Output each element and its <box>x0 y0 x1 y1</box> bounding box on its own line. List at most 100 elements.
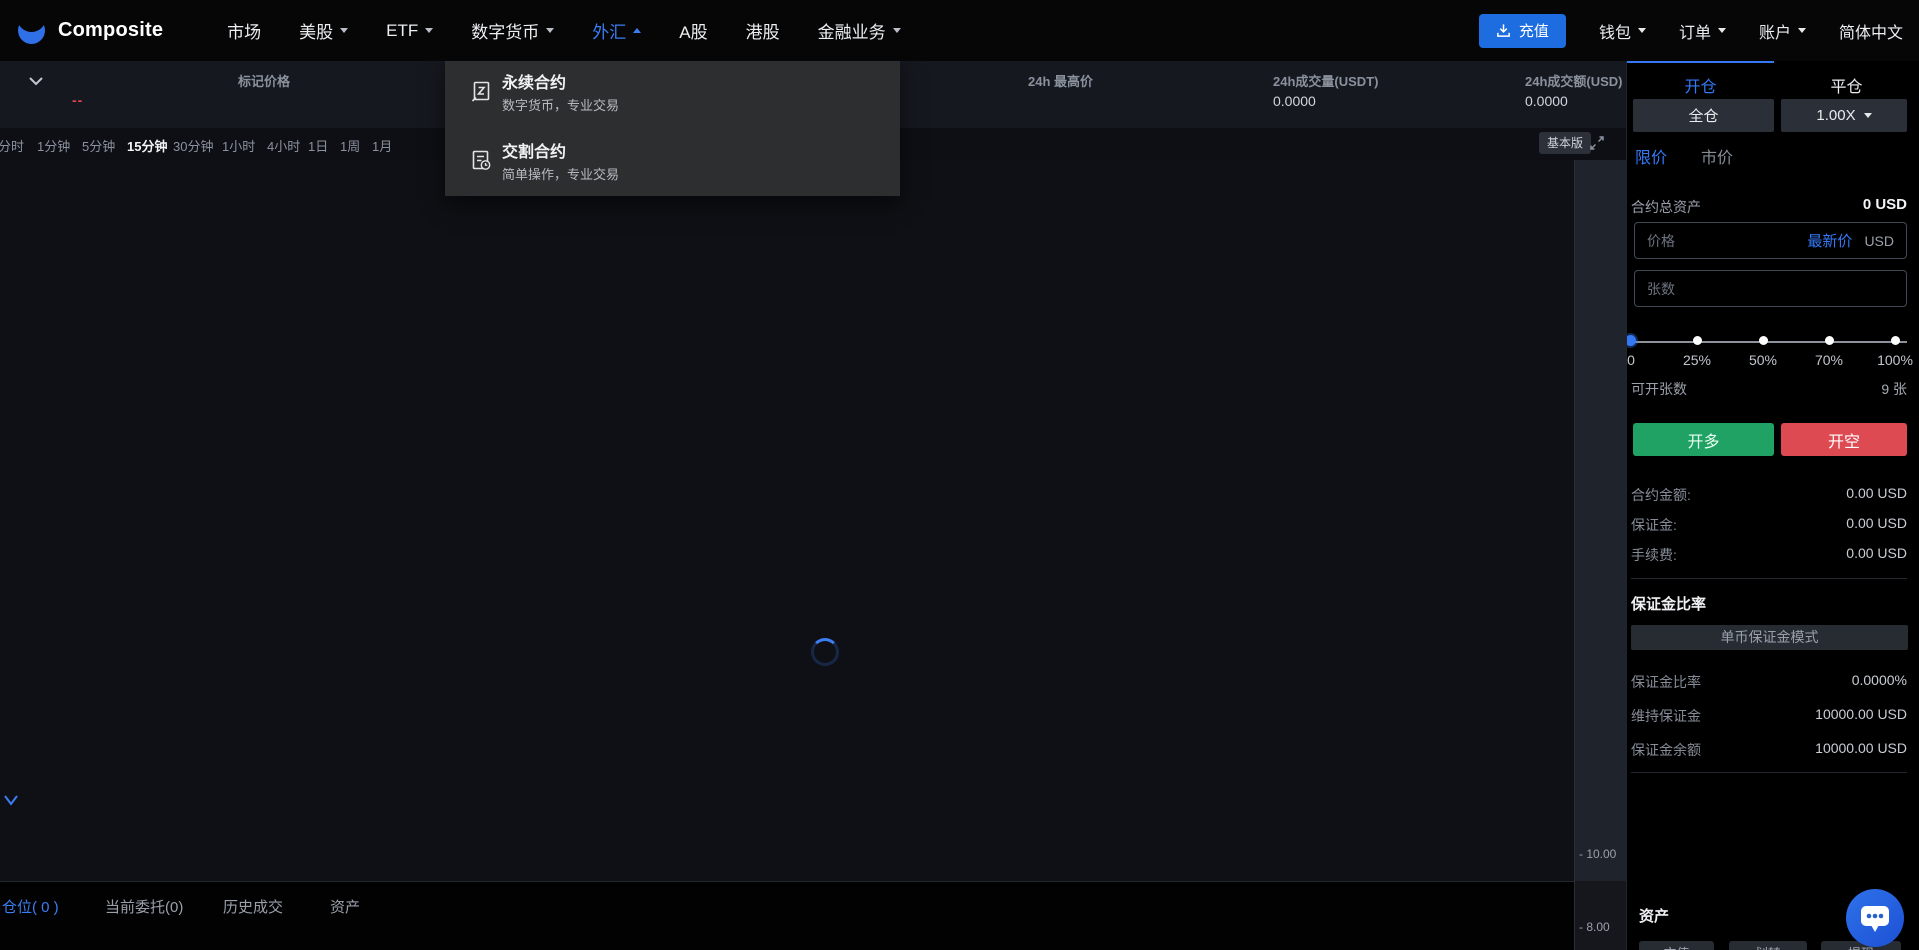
nav-item-crypto[interactable]: 数字货币 <box>471 18 555 43</box>
brand-name: Composite <box>58 19 164 41</box>
chat-bubble-icon <box>1861 905 1889 932</box>
tab-open-position[interactable]: 开仓 <box>1627 73 1774 97</box>
price-input[interactable]: 价格 最新价 USD <box>1634 222 1907 259</box>
open-long-button[interactable]: 开多 <box>1633 423 1774 456</box>
brand-logo[interactable]: Composite <box>17 3 164 44</box>
assets-section-title: 资产 <box>1639 908 1670 925</box>
price-unit: USD <box>1864 232 1894 249</box>
chevron-down-icon <box>1863 113 1872 118</box>
quantity-slider-track[interactable] <box>1631 341 1907 343</box>
mark-price-label: 标记价格 <box>238 74 291 89</box>
bottom-panel: 仓位( 0 ) 当前委托(0) 历史成交 资产 <box>0 881 1574 950</box>
total-assets-label: 合约总资产 <box>1631 199 1701 215</box>
nav-item-orders[interactable]: 订单 <box>1679 19 1726 43</box>
tab-assets[interactable]: 资产 <box>330 896 360 917</box>
margin-value: 0.00 USD <box>1846 515 1907 531</box>
tab-close-position[interactable]: 平仓 <box>1773 73 1919 97</box>
margin-mode-selector[interactable]: 全仓 <box>1633 99 1774 132</box>
interval-time[interactable]: 分时 <box>0 136 24 155</box>
nav-item-wallet[interactable]: 钱包 <box>1599 19 1646 43</box>
margin-ratio-section-title: 保证金比率 <box>1631 596 1707 613</box>
nav-item-etf[interactable]: ETF <box>386 21 434 41</box>
interval-1h[interactable]: 1小时 <box>222 136 255 155</box>
menu-item-perpetual-contract[interactable]: 永续合约 数字货币，专业交易 <box>445 58 900 127</box>
slider-dot-100[interactable] <box>1891 336 1900 345</box>
nav-item-a-shares[interactable]: A股 <box>679 18 707 43</box>
menu-item-title: 交割合约 <box>502 144 567 161</box>
nav-item-account[interactable]: 账户 <box>1759 19 1806 43</box>
forex-dropdown-menu: 永续合约 数字货币，专业交易 交割合约 简单操作，专业交易 <box>445 58 900 196</box>
nav-item-forex[interactable]: 外汇 <box>592 18 642 43</box>
menu-item-delivery-contract[interactable]: 交割合约 简单操作，专业交易 <box>445 127 900 196</box>
slider-handle[interactable] <box>1627 335 1636 346</box>
price-tick: - 10.00 <box>1579 847 1617 861</box>
download-icon <box>1497 24 1510 37</box>
tab-trade-history[interactable]: 历史成交 <box>223 896 283 917</box>
main-menu: 市场 美股 ETF 数字货币 外汇 A股 港股 金融业务 <box>227 18 901 43</box>
latest-price-button[interactable]: 最新价 <box>1807 230 1852 251</box>
chevron-down-icon <box>892 28 901 33</box>
slider-label-70: 70% <box>1814 352 1844 368</box>
price-tick: - 8.00 <box>1579 920 1610 934</box>
chart-area[interactable] <box>0 160 1574 881</box>
asset-transfer-button[interactable]: 划转 <box>1729 941 1807 950</box>
volume-24h-value: 0.0000 <box>1273 93 1316 109</box>
tab-market-order[interactable]: 市价 <box>1701 144 1733 168</box>
quantity-input[interactable]: 张数 <box>1634 270 1907 307</box>
openable-contracts-value: 9 张 <box>1881 381 1907 397</box>
tab-limit-order[interactable]: 限价 <box>1635 144 1667 168</box>
margin-ratio-value: 0.0000% <box>1851 672 1907 688</box>
menu-item-title: 永续合约 <box>502 75 567 92</box>
maintenance-margin-value: 10000.00 USD <box>1815 706 1907 722</box>
slider-label-100: 100% <box>1877 352 1913 368</box>
tab-positions[interactable]: 仓位( 0 ) <box>2 896 59 917</box>
total-assets-value: 0 USD <box>1862 196 1907 213</box>
slider-dot-70[interactable] <box>1825 336 1834 345</box>
single-coin-margin-mode-button[interactable]: 单币保证金模式 <box>1631 625 1908 650</box>
slider-label-0: 0 <box>1627 352 1635 368</box>
fullscreen-expand-icon[interactable] <box>1589 135 1605 151</box>
slider-label-50: 50% <box>1748 352 1778 368</box>
interval-15m[interactable]: 15分钟 <box>127 136 167 155</box>
menu-item-description: 简单操作，专业交易 <box>502 167 620 182</box>
interval-5m[interactable]: 5分钟 <box>82 136 115 155</box>
crescent-logo-icon <box>17 3 46 44</box>
slider-dot-25[interactable] <box>1693 336 1702 345</box>
price-axis-lower <box>1575 881 1627 950</box>
language-selector[interactable]: 简体中文 <box>1839 19 1903 43</box>
leverage-selector[interactable]: 1.00X <box>1781 99 1907 132</box>
chevron-down-icon <box>1797 28 1806 33</box>
nav-item-financial-services[interactable]: 金融业务 <box>818 18 901 43</box>
price-axis[interactable]: - 10.00 - 8.00 <box>1574 160 1627 950</box>
price-placeholder: 价格 <box>1647 232 1675 249</box>
asset-deposit-button[interactable]: 充值 <box>1639 941 1714 950</box>
nav-item-market[interactable]: 市场 <box>227 18 261 43</box>
interval-1w[interactable]: 1周 <box>340 136 360 155</box>
chat-support-button[interactable] <box>1846 889 1904 947</box>
openable-contracts-label: 可开张数 <box>1631 381 1687 397</box>
contract-amount-label: 合约金额: <box>1631 487 1691 503</box>
chevron-down-icon <box>546 28 555 33</box>
symbol-selector-chevron-icon[interactable] <box>28 76 44 86</box>
nav-item-hk-stocks[interactable]: 港股 <box>746 18 780 43</box>
interval-1m[interactable]: 1分钟 <box>37 136 70 155</box>
interval-30m[interactable]: 30分钟 <box>173 136 213 155</box>
interval-4h[interactable]: 4小时 <box>267 136 300 155</box>
basic-version-button[interactable]: 基本版 <box>1539 132 1592 154</box>
high-24h-label: 24h 最高价 <box>1028 74 1094 89</box>
chevron-down-icon <box>425 28 434 33</box>
deposit-button[interactable]: 充值 <box>1478 13 1566 48</box>
tab-open-orders[interactable]: 当前委托(0) <box>105 896 183 917</box>
slider-dot-50[interactable] <box>1759 336 1768 345</box>
perpetual-contract-icon <box>471 81 490 102</box>
open-short-button[interactable]: 开空 <box>1781 423 1907 456</box>
fee-label: 手续费: <box>1631 547 1677 563</box>
margin-ratio-label: 保证金比率 <box>1631 674 1701 690</box>
divider <box>1631 578 1907 579</box>
chevron-down-icon <box>1637 28 1646 33</box>
interval-1d[interactable]: 1日 <box>308 136 328 155</box>
chevron-up-icon <box>633 28 642 33</box>
nav-item-us-stocks[interactable]: 美股 <box>299 18 349 43</box>
interval-1mo[interactable]: 1月 <box>372 136 392 155</box>
maintenance-margin-label: 维持保证金 <box>1631 708 1701 724</box>
